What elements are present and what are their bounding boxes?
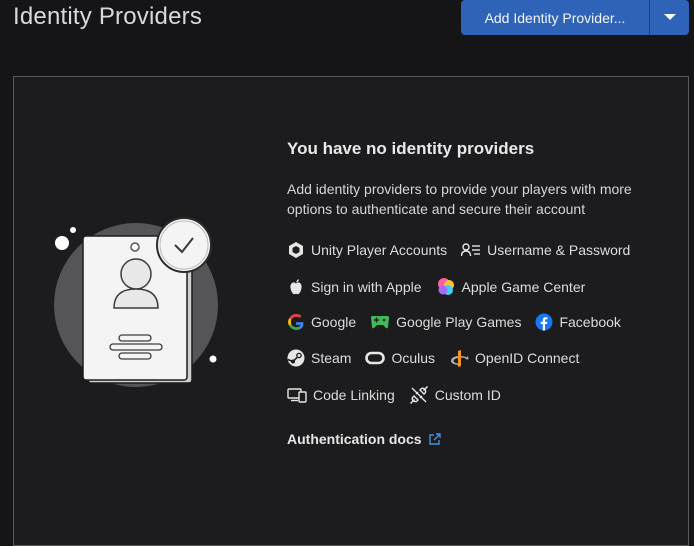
oculus-icon — [365, 351, 386, 365]
provider-label: Google Play Games — [396, 314, 522, 330]
apple-icon — [290, 279, 302, 295]
provider-oculus: Oculus — [365, 350, 435, 366]
external-link-icon — [428, 432, 441, 445]
provider-label: Steam — [311, 350, 352, 366]
user-list-icon — [461, 243, 481, 257]
google-play-games-icon — [371, 316, 390, 329]
provider-code-linking: Code Linking — [287, 387, 395, 403]
provider-row: Google Google Play Games Facebook — [287, 313, 635, 331]
add-identity-provider-button[interactable]: Add Identity Provider... — [461, 0, 650, 35]
provider-unity: Unity Player Accounts — [287, 241, 447, 259]
empty-state-heading: You have no identity providers — [287, 139, 535, 158]
openid-icon — [451, 350, 469, 367]
provider-google: Google — [287, 313, 356, 331]
identity-card-illustration — [54, 217, 218, 387]
provider-label: Sign in with Apple — [311, 279, 422, 295]
docs-link-label: Authentication docs — [287, 431, 422, 447]
provider-row: Code Linking Custom ID — [287, 385, 515, 405]
authentication-docs-link[interactable]: Authentication docs — [287, 431, 441, 447]
provider-label: Google — [311, 314, 357, 330]
chevron-down-icon — [663, 14, 676, 20]
provider-label: OpenID Connect — [475, 350, 580, 366]
page-title: Identity Providers — [13, 3, 203, 30]
provider-apple: Sign in with Apple — [287, 278, 422, 296]
steam-icon — [287, 349, 305, 367]
provider-username: Username & Password — [461, 242, 630, 258]
provider-steam: Steam — [287, 349, 351, 367]
provider-game-center: Apple Game Center — [436, 277, 586, 297]
provider-facebook: Facebook — [535, 313, 621, 331]
provider-label: Unity Player Accounts — [311, 242, 448, 258]
empty-state-card: You have no identity providers Add ident… — [13, 76, 689, 546]
provider-label: Code Linking — [313, 387, 395, 403]
plug-icon — [409, 385, 428, 405]
provider-label: Username & Password — [487, 242, 631, 258]
add-provider-button-group: Add Identity Provider... — [461, 0, 689, 35]
add-provider-dropdown-button[interactable] — [650, 0, 689, 35]
provider-label: Custom ID — [434, 387, 501, 403]
provider-row: Unity Player Accounts Username & Passwor… — [287, 241, 644, 259]
provider-label: Apple Game Center — [461, 279, 586, 295]
provider-row: Sign in with Apple Apple Game Center — [287, 277, 599, 297]
devices-icon — [287, 388, 307, 403]
google-icon — [288, 313, 304, 330]
facebook-icon — [535, 313, 553, 331]
provider-label: Oculus — [391, 350, 436, 366]
provider-label: Facebook — [559, 314, 621, 330]
provider-google-play: Google Play Games — [370, 313, 521, 331]
unity-cube-icon — [289, 242, 303, 258]
provider-openid: OpenID Connect — [449, 349, 579, 367]
provider-custom-id: Custom ID — [409, 385, 501, 405]
provider-row: Steam Oculus OpenID Connect — [287, 349, 593, 367]
empty-state-description: Add identity providers to provide your p… — [287, 181, 632, 217]
game-center-icon — [437, 278, 454, 295]
